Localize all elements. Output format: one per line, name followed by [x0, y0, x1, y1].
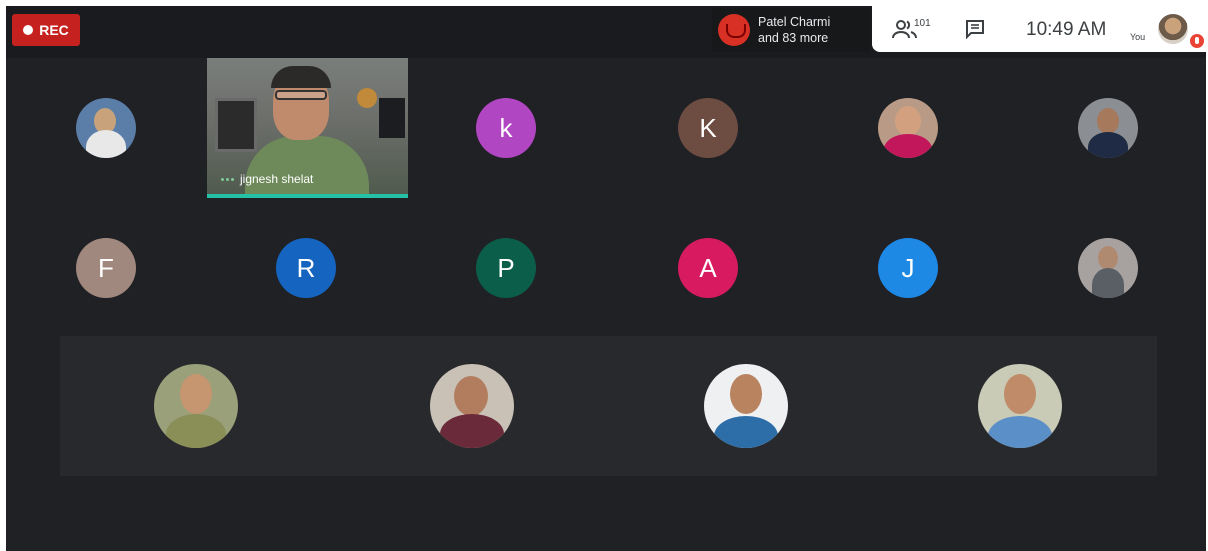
- participant-tile-k-upper[interactable]: K: [678, 98, 738, 158]
- meeting-window: REC Patel Charmi and 83 more 101 10:49 A…: [6, 6, 1206, 551]
- video-tile-active-speaker[interactable]: jignesh shelat: [207, 58, 408, 198]
- participant-tile-photo[interactable]: [1078, 98, 1138, 158]
- participant-tile-r[interactable]: R: [276, 238, 336, 298]
- avatar-initial: P: [497, 252, 515, 283]
- presence-name: Patel Charmi: [758, 15, 831, 29]
- participant-name: jignesh shelat: [240, 172, 314, 186]
- participant-tile-photo[interactable]: [430, 364, 514, 448]
- avatar-initial: A: [699, 252, 717, 283]
- record-dot-icon: [23, 25, 34, 35]
- participant-tile-j[interactable]: J: [878, 238, 938, 298]
- self-avatar[interactable]: [1158, 14, 1188, 44]
- lower-participants-panel: [60, 336, 1157, 476]
- participant-tile-photo[interactable]: [878, 98, 938, 158]
- participant-tile-photo[interactable]: [1078, 238, 1138, 298]
- participant-count: 101: [914, 18, 931, 29]
- top-bar: REC Patel Charmi and 83 more 101 10:49 A…: [6, 6, 1206, 58]
- recording-button[interactable]: REC: [12, 14, 80, 46]
- participant-tile-a[interactable]: A: [678, 238, 738, 298]
- recording-label: REC: [39, 22, 69, 38]
- meeting-clock: 10:49 AM: [1026, 19, 1107, 40]
- participant-tile-photo[interactable]: [978, 364, 1062, 448]
- participant-tile-f[interactable]: F: [76, 238, 136, 298]
- participant-tile-p[interactable]: P: [476, 238, 536, 298]
- self-label: You: [1130, 32, 1146, 42]
- presence-avatar: [718, 14, 750, 46]
- avatar-initial: J: [901, 252, 915, 283]
- avatar-initial: k: [499, 112, 513, 143]
- audio-level-icon: [221, 177, 234, 181]
- participant-tile-photo[interactable]: [704, 364, 788, 448]
- mic-off-icon: [1190, 34, 1204, 48]
- avatar-initial: K: [699, 112, 717, 143]
- presence-indicator[interactable]: Patel Charmi and 83 more: [712, 8, 870, 52]
- participant-tile-photo[interactable]: [76, 98, 136, 158]
- speaking-indicator: [207, 194, 408, 198]
- avatar-initial: R: [296, 252, 316, 283]
- avatar-initial: F: [98, 252, 114, 283]
- chat-icon: [966, 20, 984, 40]
- presence-more: and 83 more: [758, 31, 829, 45]
- participant-tile-k-lower[interactable]: k: [476, 98, 536, 158]
- meeting-controls-bar: 101 10:49 AM You: [872, 6, 1206, 52]
- people-button[interactable]: 101: [892, 16, 936, 42]
- participant-tile-photo[interactable]: [154, 364, 238, 448]
- chat-button[interactable]: [964, 18, 986, 40]
